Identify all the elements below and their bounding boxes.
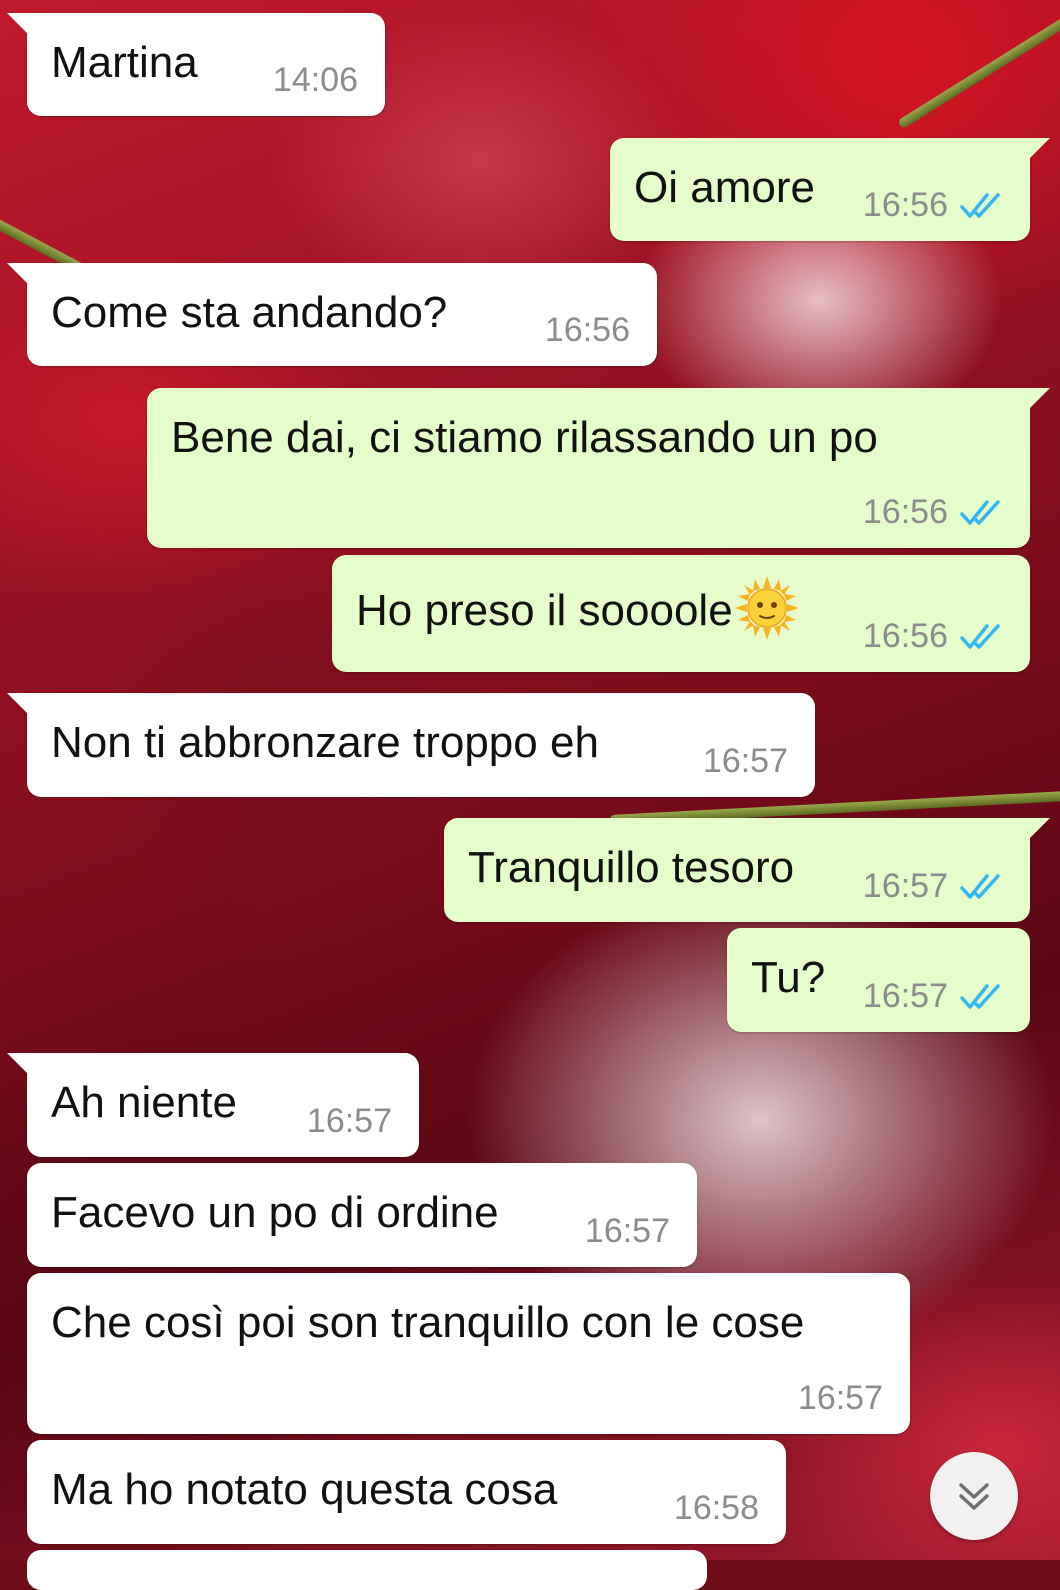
message-time: 16:57 [702,742,788,780]
message-time: 16:57 [306,1102,392,1140]
message-time: 16:56 [862,493,948,531]
message-time: 16:57 [797,1379,883,1417]
double-check-icon [960,624,1000,649]
double-check-icon [960,984,1000,1009]
message-text: Tranquillo tesoro [468,843,795,892]
message-bubble-incoming-partial[interactable] [27,1550,707,1590]
message-text: Tu? [751,953,826,1002]
message-bubble-outgoing[interactable]: Ho preso il soooole 16:56 [332,555,1030,672]
scroll-to-bottom-button[interactable] [930,1452,1018,1540]
message-text: Non ti abbronzare troppo eh [51,718,599,767]
message-text: Martina [51,38,198,87]
message-text: Ho preso il soooole [356,576,799,641]
message-bubble-incoming[interactable]: Facevo un po di ordine 16:57 [27,1163,697,1267]
message-time: 16:57 [862,867,948,905]
message-time: 16:58 [673,1489,759,1527]
message-text: Oi amore [634,163,815,212]
message-text: Ma ho notato questa cosa [51,1465,558,1514]
message-text: Che così poi son tranquillo con le cose [51,1298,805,1347]
message-bubble-incoming[interactable]: Martina 14:06 [7,13,385,116]
message-bubble-incoming[interactable]: Non ti abbronzare troppo eh 16:57 [7,693,815,797]
message-text: Come sta andando? [51,288,448,337]
message-bubble-outgoing[interactable]: Bene dai, ci stiamo rilassando un po 16:… [147,388,1050,548]
message-time: 16:57 [584,1212,670,1250]
message-bubble-outgoing[interactable]: Oi amore 16:56 [610,138,1050,241]
message-time: 16:56 [544,311,630,349]
message-bubble-incoming[interactable]: Come sta andando? 16:56 [7,263,657,366]
message-time: 16:56 [862,186,948,224]
message-bubble-outgoing[interactable]: Tranquillo tesoro 16:57 [444,818,1050,922]
sun-with-face-icon [734,576,799,641]
message-text: Ah niente [51,1078,237,1127]
message-text-content: Ho preso il soooole [356,586,733,635]
double-check-icon [960,500,1000,525]
message-time: 16:57 [862,977,948,1015]
message-time: 16:56 [862,617,948,655]
double-check-icon [960,193,1000,218]
double-check-icon [960,874,1000,899]
chevron-double-down-icon [959,1483,989,1510]
message-bubble-incoming[interactable]: Ah niente 16:57 [7,1053,419,1157]
message-text: Facevo un po di ordine [51,1188,499,1237]
message-bubble-incoming[interactable]: Ma ho notato questa cosa 16:58 [27,1440,786,1544]
message-bubble-outgoing[interactable]: Tu? 16:57 [727,928,1030,1032]
message-time: 14:06 [272,61,358,99]
message-text: Bene dai, ci stiamo rilassando un po [171,413,878,462]
message-bubble-incoming[interactable]: Che così poi son tranquillo con le cose … [27,1273,910,1434]
